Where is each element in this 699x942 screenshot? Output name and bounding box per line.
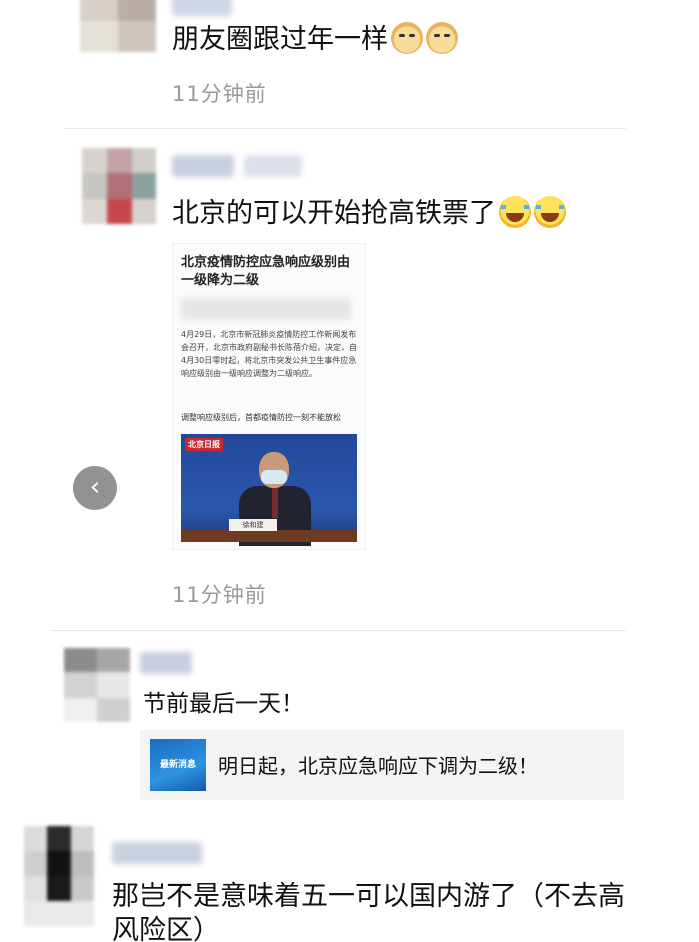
link-thumbnail: 最新消息 [150,739,206,791]
news-photo: 北京日报 徐和建 [181,434,357,546]
news-headline: 北京疫情防控应急响应级别由一级降为二级 [181,255,351,288]
avatar[interactable] [64,648,130,722]
post-image[interactable]: 北京疫情防控应急响应级别由一级降为二级 4月29日，北京市新冠肺炎疫情防控工作新… [172,243,366,550]
news-logo: 北京日报 [185,438,223,451]
moments-feed: 朋友圈跟过年一样 11分钟前 北京的可以开始抢高铁票了 北京疫情防控应急响应级别… [0,0,699,942]
chevron-left-icon: ‹ [89,472,101,502]
divider [64,128,626,129]
laugh-cry-icon [499,196,531,228]
comment-text: 那岂不是意味着五一可以国内游了（不去高 [112,881,625,912]
news-body: 4月29日，北京市新冠肺炎疫情防控工作新闻发布会召开，北京市政府副秘书长陈蓓介绍… [181,330,357,378]
laugh-cry-icon [534,196,566,228]
doge-icon [391,22,423,54]
divider [50,630,626,631]
shared-link-card[interactable]: 最新消息 明日起，北京应急响应下调为二级！ [140,730,624,800]
tie [272,488,278,518]
username[interactable] [244,155,302,177]
post-text: 朋友圈跟过年一样 [172,22,458,58]
back-arrow-button[interactable]: ‹ [73,466,117,510]
username[interactable] [172,155,234,177]
avatar[interactable] [82,148,156,224]
post-time: 11分钟前 [172,82,267,106]
link-title: 明日起，北京应急响应下调为二级！ [218,754,538,778]
username[interactable] [140,652,192,674]
face-mask [261,470,287,484]
desk [181,530,357,542]
nameplate: 徐和建 [229,519,277,531]
avatar[interactable] [80,0,156,52]
news-subheading: 调整响应级别后，首都疫情防控一刻不能放松 [181,413,341,422]
avatar[interactable] [24,826,94,926]
username[interactable] [112,842,202,864]
comment-text: 节前最后一天！ [143,691,304,717]
blurred-region [181,298,351,320]
post-text: 北京的可以开始抢高铁票了 [172,196,566,232]
doge-icon [426,22,458,54]
username[interactable] [172,0,232,16]
comment-text-line2: 风险区） [112,915,220,942]
post-time: 11分钟前 [172,583,267,607]
